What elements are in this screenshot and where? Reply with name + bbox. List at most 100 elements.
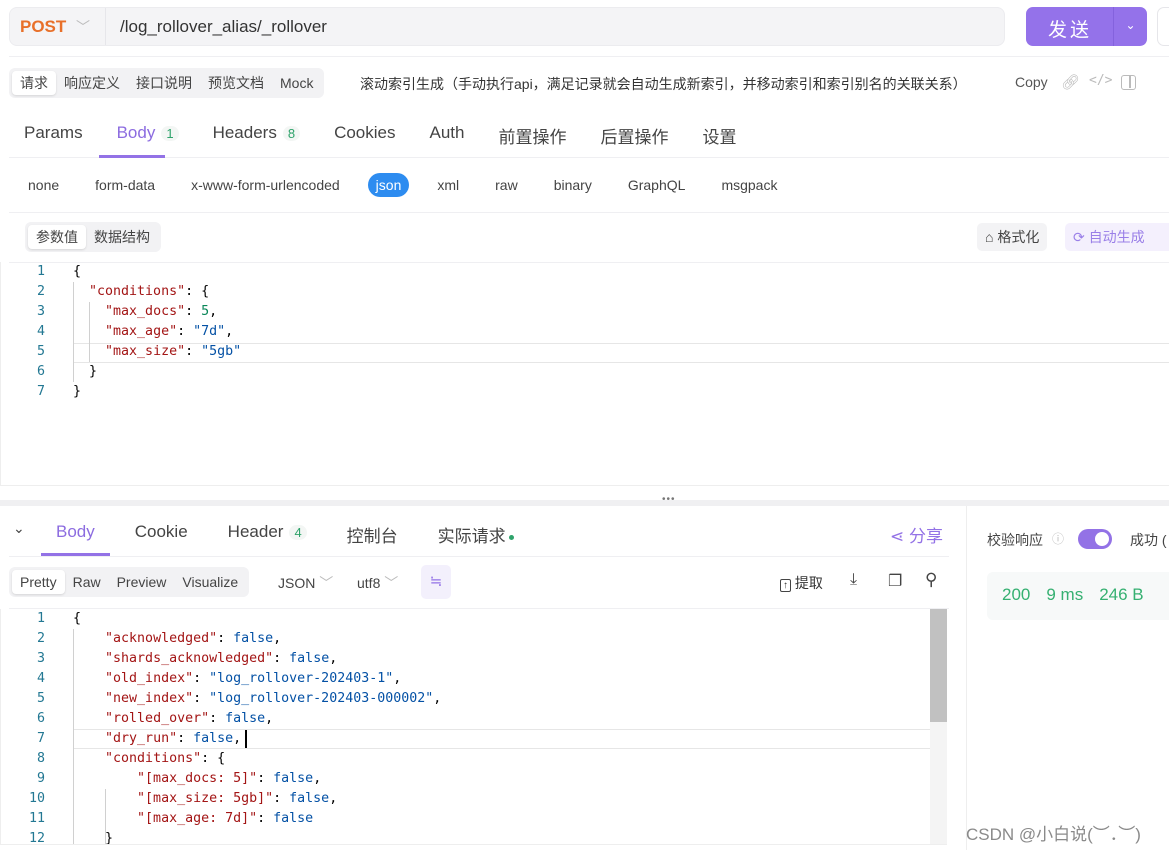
segment-tab[interactable]: 数据结构 [86,225,158,249]
line-number: 1 [36,611,45,626]
response-size: 246 B [1099,585,1144,604]
share-label: 分享 [908,527,943,546]
segment-tab[interactable]: Preview [109,570,175,594]
segment-tab[interactable]: Visualize [174,570,246,594]
code-token: : [185,304,202,319]
tab-cookie[interactable]: Cookie [135,522,188,547]
tab-body[interactable]: Body [56,522,95,547]
body-type-msgpack[interactable]: msgpack [713,173,785,197]
search-icon[interactable]: ⚲ [925,570,937,590]
scrollbar[interactable] [930,609,947,844]
line-number: 9 [36,771,45,786]
extract-button[interactable]: ↑ 提取 [780,573,823,593]
code-token: "rolled_over" [105,711,210,726]
validate-response-label: 校验响应 [987,532,1043,548]
encoding-select[interactable]: utf8 ﹀ [357,573,398,593]
copy-icon[interactable]: ❐ [888,571,902,591]
refresh-icon: ⟳ [1073,229,1089,245]
method-select[interactable]: POST [20,17,66,37]
response-body-viewer[interactable]: 1 {2 "acknowledged": false, 3 "shards_ackn… [0,609,947,845]
send-button[interactable]: 发送 ⌄ [1026,7,1147,46]
tab-控制台[interactable]: 控制台 [347,522,398,547]
code-line: "[max_size: 5gb]": false, [73,791,337,806]
segment-tab[interactable]: Pretty [12,570,65,594]
body-type-raw[interactable]: raw [487,173,526,197]
code-token: 5 [201,304,210,319]
tab-后置操作[interactable]: 后置操作 [600,123,668,148]
tab-label: Headers [212,123,277,142]
segment-tab[interactable]: 参数值 [28,225,86,249]
tab-badge: 4 [289,525,307,540]
code-line: "new_index": "log_rollover-202403-000002… [73,691,441,706]
code-icon[interactable]: </> [1089,73,1112,88]
code-token: , [265,711,274,726]
tab-auth[interactable]: Auth [429,123,464,148]
tab-headers[interactable]: Headers 8 [213,123,301,148]
api-description[interactable]: 滚动索引生成（手动执行api，满足记录就会自动生成新索引，并移动索引和索引别名的… [360,74,967,94]
body-type-json[interactable]: json [367,173,410,197]
chevron-down-icon[interactable]: ﹀ [76,17,90,37]
line-number: 1 [36,264,45,279]
code-line: "[max_docs: 5]": false, [73,771,321,786]
code-token: , [393,671,402,686]
tab-label: Auth [429,123,465,142]
body-type-binary[interactable]: binary [546,173,600,197]
code-token: } [73,364,98,379]
request-body-editor[interactable]: 1 {2 "conditions": {3 "max_docs": 5, 4 "ma… [0,262,1169,486]
body-type-form-data[interactable]: form-data [87,173,163,197]
scrollbar-thumb[interactable] [930,609,947,722]
body-type-GraphQL[interactable]: GraphQL [620,173,694,197]
segment-tab[interactable]: 预览文档 [200,71,272,95]
tab-params[interactable]: Params [24,123,83,148]
tab-设置[interactable]: 设置 [702,123,736,148]
url-bar: POST ﹀ /log_rollover_alias/_rollover [9,7,1005,46]
copy-button[interactable]: Copy [1015,74,1048,90]
tab-badge: 8 [282,126,301,141]
segment-tab[interactable]: 响应定义 [56,71,128,95]
download-icon[interactable]: ⤓ [850,571,857,589]
segment-tab[interactable]: Raw [65,570,109,594]
line-number: 2 [36,284,45,299]
auto-generate-button[interactable]: ⟳ 自动生成 [1065,223,1169,251]
body-type-none[interactable]: none [20,173,67,197]
help-icon[interactable]: ⓘ [1052,530,1064,547]
body-type-x-www-form-urlencoded[interactable]: x-www-form-urlencoded [183,173,348,197]
tab-cookies[interactable]: Cookies [334,123,395,148]
validation-result[interactable]: 成功 ( [1130,530,1167,550]
code-line: } [73,384,81,399]
code-token: , [273,631,282,646]
tab-body[interactable]: Body 1 [117,123,179,148]
code-line: { [73,264,81,279]
code-token: "[max_age: 7d]" [137,811,258,826]
panel-icon[interactable] [1121,75,1136,90]
tab-header[interactable]: Header 4 [228,522,307,547]
code-line: "max_docs": 5, [73,304,217,319]
segment-tab[interactable]: Mock [272,71,321,95]
body-type-xml[interactable]: xml [429,173,467,197]
collapse-chevron-icon[interactable]: ⌄ [13,520,25,537]
send-dropdown-chevron-icon[interactable]: ⌄ [1113,7,1147,46]
segment-tab[interactable]: 接口说明 [128,71,200,95]
side-button[interactable] [1157,7,1169,46]
format-select[interactable]: JSON ﹀ [278,573,333,593]
url-input[interactable]: /log_rollover_alias/_rollover [120,17,327,37]
share-button[interactable]: ⋖ 分享 [890,522,943,547]
line-number: 11 [28,811,45,826]
code-line: "max_size": "5gb" [73,344,241,359]
link-icon[interactable]: 🔗︎ [1061,73,1080,91]
panel-resize-handle[interactable]: ••• [0,494,1169,506]
validate-response-toggle[interactable] [1078,529,1112,549]
format-button[interactable]: ⌂ 格式化 [977,223,1048,251]
code-token: , [233,731,242,746]
word-wrap-icon[interactable]: ≒ [421,565,451,599]
segment-tab[interactable]: 请求 [12,71,56,95]
code-token: : [257,771,274,786]
tab-前置操作[interactable]: 前置操作 [498,123,566,148]
code-token: "shards_acknowledged" [105,651,274,666]
tab-实际请求[interactable]: 实际请求 [438,522,514,547]
